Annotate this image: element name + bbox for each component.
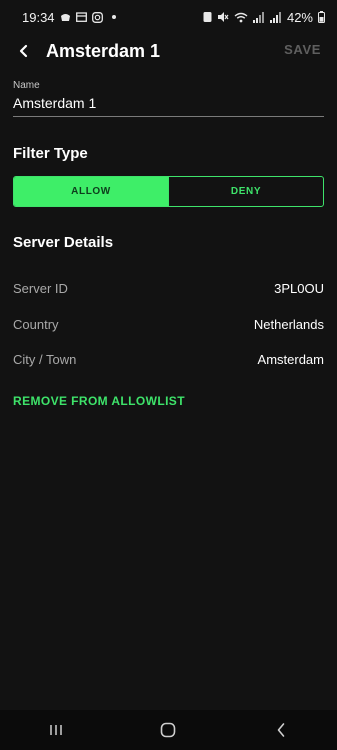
page-title: Amsterdam 1 [46, 40, 161, 61]
city-label: City / Town [13, 352, 77, 367]
back-icon [277, 723, 285, 737]
deny-option[interactable]: DENY [168, 177, 323, 206]
status-bar-right: 42% [203, 10, 325, 25]
allow-option[interactable]: ALLOW [14, 177, 168, 206]
status-bar-left: 19:34 [22, 10, 116, 25]
app-bar: Amsterdam 1 SAVE [0, 34, 337, 68]
battery-icon [318, 11, 325, 23]
home-icon [161, 722, 176, 738]
home-button[interactable] [148, 715, 188, 745]
calendar-icon [75, 12, 87, 22]
country-row: Country Netherlands [13, 317, 324, 332]
signal-icon [269, 11, 282, 23]
system-nav-bar [0, 710, 337, 750]
name-field-label: Name [13, 80, 40, 91]
city-value: Amsterdam [257, 352, 324, 367]
status-time: 19:34 [22, 9, 55, 25]
city-row: City / Town Amsterdam [13, 352, 324, 367]
signal-icon [252, 11, 265, 23]
country-label: Country [13, 317, 59, 332]
back-button[interactable] [12, 39, 36, 63]
server-id-row: Server ID 3PL0OU [13, 281, 324, 296]
server-details-heading: Server Details [13, 234, 114, 251]
save-button[interactable]: SAVE [284, 42, 321, 57]
wifi-icon [234, 12, 248, 23]
server-id-value: 3PL0OU [274, 281, 324, 296]
alarm-icon [203, 11, 212, 23]
name-field: Name [13, 80, 324, 117]
country-value: Netherlands [253, 317, 324, 332]
recent-apps-button[interactable] [36, 715, 76, 745]
name-input[interactable] [13, 91, 324, 117]
status-bar: 19:34 42% [0, 0, 337, 34]
filter-type-toggle: ALLOW DENY [13, 176, 324, 207]
filter-type-heading: Filter Type [13, 145, 88, 162]
server-id-label: Server ID [13, 281, 68, 296]
notification-app-icon [60, 12, 71, 22]
battery-percent: 42% [286, 9, 313, 25]
remove-from-allowlist-button[interactable]: REMOVE FROM ALLOWLIST [13, 394, 185, 408]
recent-apps-icon [50, 725, 62, 735]
dot-icon [111, 15, 116, 19]
instagram-icon [91, 11, 103, 23]
mute-icon [217, 11, 229, 23]
system-back-button[interactable] [261, 715, 301, 745]
back-arrow-icon [19, 44, 28, 58]
